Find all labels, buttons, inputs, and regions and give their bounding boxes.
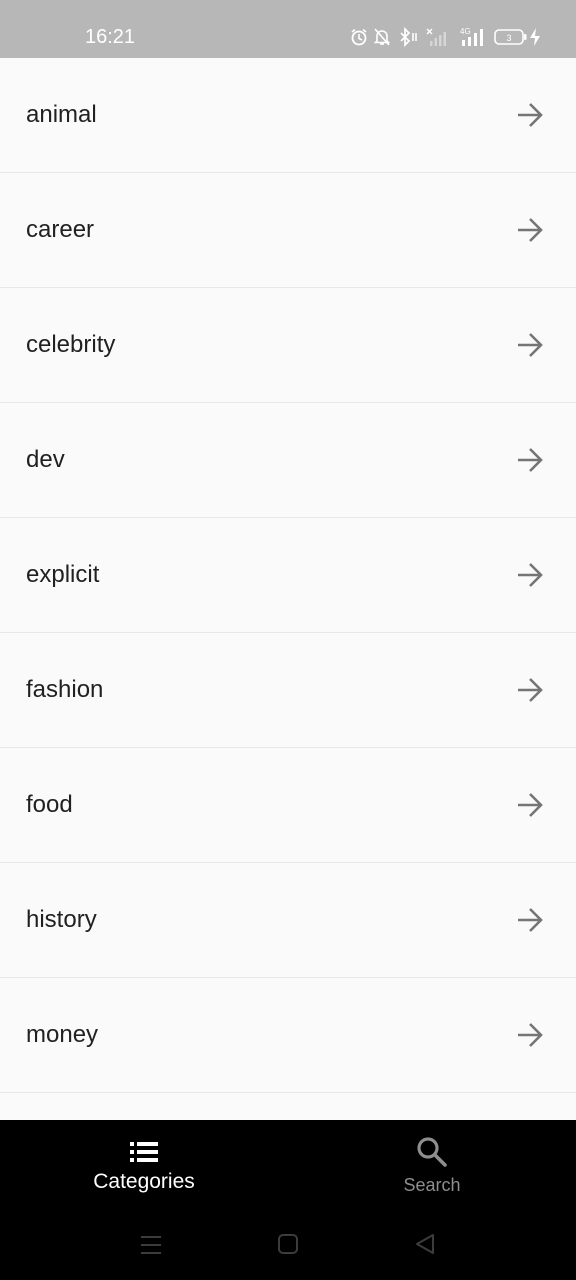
status-icons: 4G 3 [348,24,548,50]
tab-categories[interactable]: Categories [0,1120,288,1220]
list-item-label: career [26,216,95,243]
status-bar: 16:21 4G 3 [0,0,576,58]
list-item-label: history [26,906,97,933]
list-item-label: food [26,791,73,818]
system-navigation-bar [0,1220,576,1280]
menu-icon[interactable] [140,1234,162,1256]
list-item-label: money [26,1021,99,1048]
arrow-right-icon [518,563,543,587]
battery-icon: 3 [494,29,527,45]
arrow-right-icon [518,678,543,702]
list-icon [130,1142,158,1162]
tab-search-label: Search [403,1175,461,1195]
list-item[interactable]: career [0,173,576,288]
home-icon[interactable] [277,1233,299,1255]
arrow-right-icon [518,448,543,472]
signal-4g-icon: 4G [460,27,483,46]
category-list: animal career celebrity dev explicit fas… [0,58,576,1120]
list-item[interactable]: animal [0,58,576,173]
list-item-label: explicit [26,561,100,588]
list-item[interactable]: dev [0,403,576,518]
bluetooth-icon [400,27,417,47]
arrow-right-icon [518,1023,543,1047]
battery-level: 3 [506,33,511,43]
list-item[interactable]: celebrity [0,288,576,403]
list-item[interactable]: fashion [0,633,576,748]
list-item[interactable]: food [0,748,576,863]
tab-categories-label: Categories [93,1170,195,1193]
back-icon[interactable] [414,1233,436,1255]
list-item-label: animal [26,101,97,128]
arrow-right-icon [518,908,543,932]
list-item-label: fashion [26,676,104,703]
mute-bell-icon [374,28,390,46]
charging-bolt-icon [530,28,540,46]
list-item[interactable]: money [0,978,576,1093]
arrow-right-icon [518,103,543,127]
arrow-right-icon [518,793,543,817]
network-type-label: 4G [460,27,471,36]
arrow-right-icon [518,333,543,357]
search-icon [417,1137,447,1167]
list-item[interactable]: explicit [0,518,576,633]
signal-off-icon [426,28,446,46]
alarm-icon [351,28,367,46]
list-item-label: dev [26,446,65,473]
status-time: 16:21 [85,26,136,48]
arrow-right-icon [518,218,543,242]
tab-search[interactable]: Search [288,1120,576,1220]
list-item-partial[interactable] [0,1093,576,1120]
list-item[interactable]: history [0,863,576,978]
bottom-navigation: Categories Search [0,1120,576,1220]
list-item-label: celebrity [26,331,116,358]
